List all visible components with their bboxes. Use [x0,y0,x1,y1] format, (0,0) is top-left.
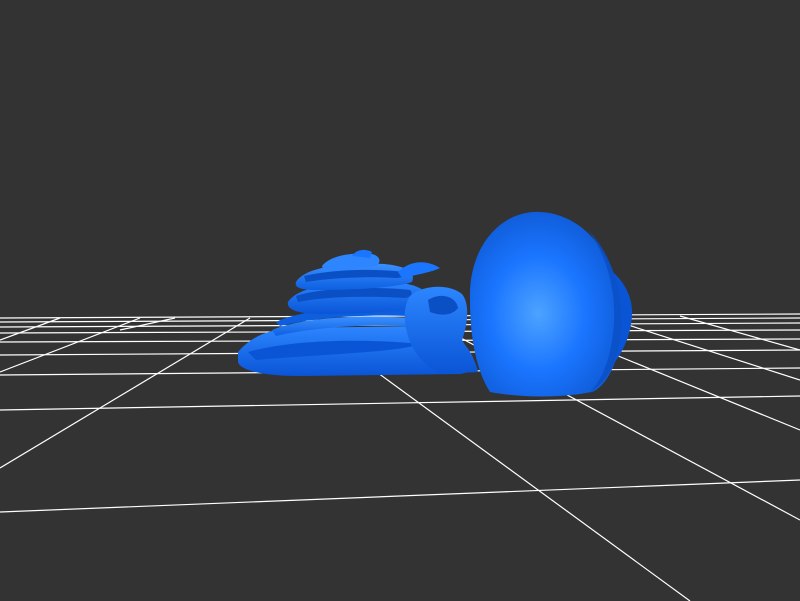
3d-viewport[interactable] [0,0,800,601]
grid-line-converging [679,315,800,351]
grid-line-converging [119,317,176,331]
grid-line-converging [0,317,251,469]
grid-line-horizontal [0,479,800,513]
model-crest [398,262,440,278]
model-dome [469,211,622,397]
grid-line-horizontal [0,395,800,411]
scene-canvas[interactable] [0,0,800,601]
3d-model[interactable] [238,211,633,397]
